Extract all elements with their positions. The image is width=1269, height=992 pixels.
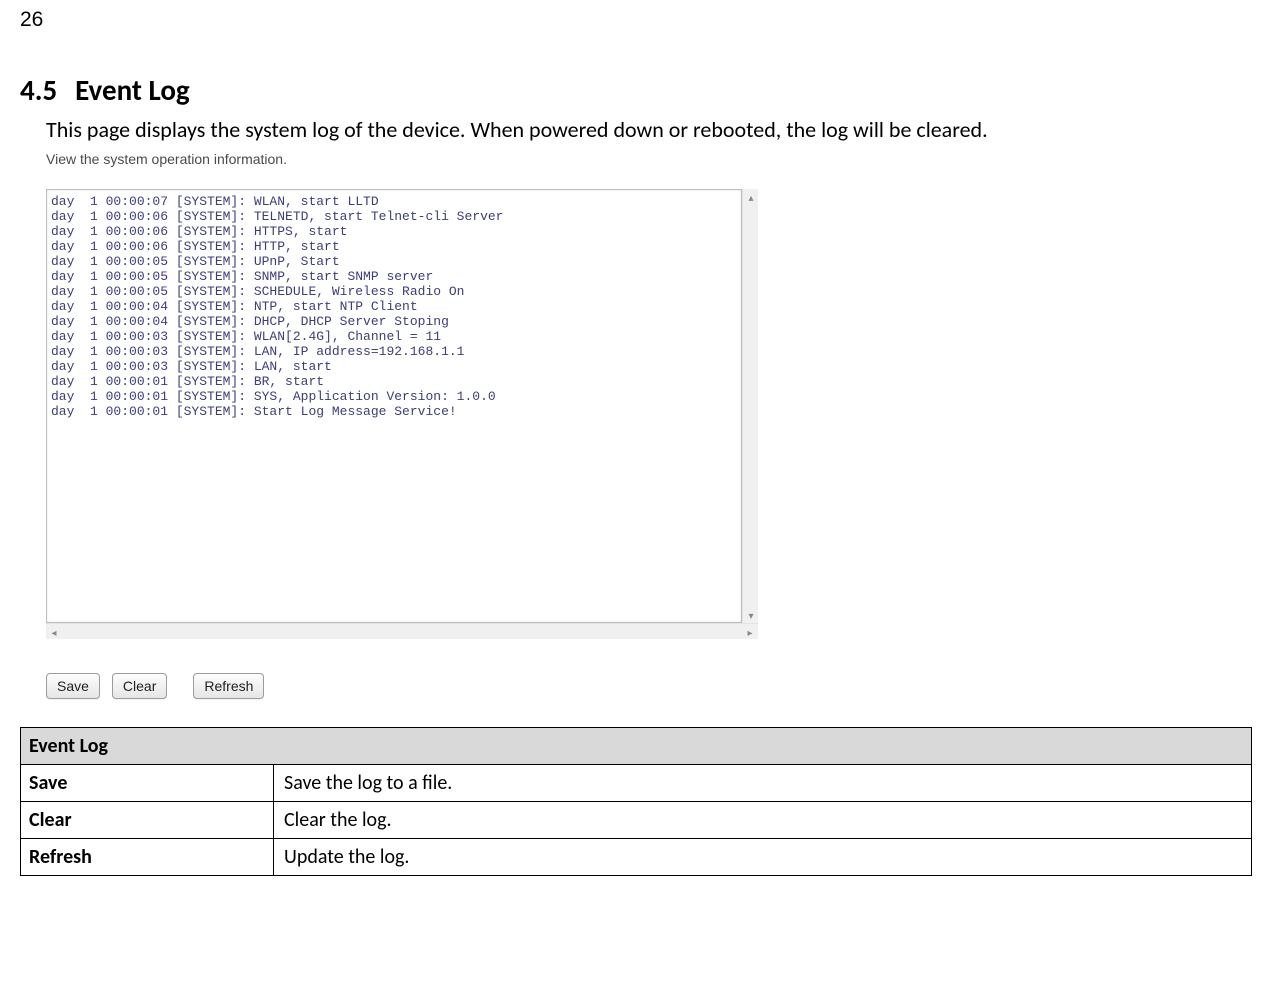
table-header-row: Event Log [21, 728, 1252, 765]
table-row-label: Clear [21, 802, 274, 839]
table-header-cell: Event Log [21, 728, 1252, 765]
section-title: Event Log [75, 72, 190, 108]
log-text-content: day 1 00:00:07 [SYSTEM]: WLAN, start LLT… [47, 190, 741, 423]
table-row-label: Refresh [21, 839, 274, 876]
horizontal-scrollbar[interactable]: ◂ ▸ [46, 623, 758, 639]
scroll-right-icon[interactable]: ▸ [742, 624, 758, 640]
refresh-button[interactable]: Refresh [193, 673, 264, 699]
log-textarea-container: day 1 00:00:07 [SYSTEM]: WLAN, start LLT… [46, 189, 758, 639]
scroll-left-icon[interactable]: ◂ [46, 624, 62, 640]
table-row-desc: Update the log. [274, 839, 1252, 876]
section-intro-text: This page displays the system log of the… [46, 116, 1219, 143]
log-textarea[interactable]: day 1 00:00:07 [SYSTEM]: WLAN, start LLT… [46, 189, 742, 623]
scroll-up-icon[interactable]: ▴ [743, 189, 759, 205]
table-row-label: Save [21, 765, 274, 802]
button-row: Save Clear Refresh [46, 673, 790, 699]
table-row-desc: Save the log to a file. [274, 765, 1252, 802]
description-table: Event Log Save Save the log to a file. C… [20, 727, 1252, 876]
section-number: 4.5 [20, 72, 57, 108]
screenshot-region: View the system operation information. d… [46, 147, 790, 699]
save-button[interactable]: Save [46, 673, 100, 699]
table-row-desc: Clear the log. [274, 802, 1252, 839]
scroll-down-icon[interactable]: ▾ [743, 607, 759, 623]
table-row: Clear Clear the log. [21, 802, 1252, 839]
clear-button[interactable]: Clear [112, 673, 167, 699]
table-row: Save Save the log to a file. [21, 765, 1252, 802]
page-number: 26 [20, 8, 1219, 32]
section-heading: 4.5 Event Log [20, 72, 1219, 108]
table-row: Refresh Update the log. [21, 839, 1252, 876]
vertical-scrollbar[interactable]: ▴ ▾ [742, 189, 758, 623]
screenshot-caption: View the system operation information. [46, 147, 790, 167]
document-page: 26 4.5 Event Log This page displays the s… [0, 0, 1269, 992]
